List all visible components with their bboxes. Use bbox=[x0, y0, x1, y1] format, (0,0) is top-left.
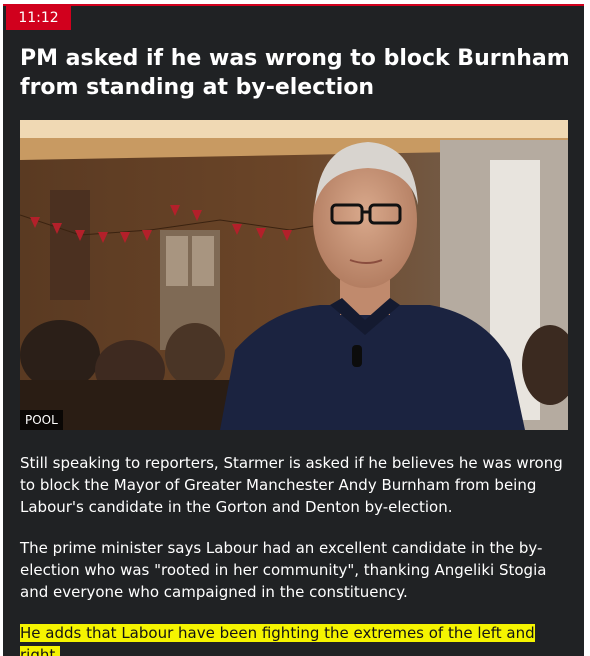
post-paragraph: The prime minister says Labour had an ex… bbox=[20, 539, 547, 601]
highlighted-text: He adds that Labour have been fighting t… bbox=[20, 624, 535, 656]
live-post-card: 11:12 PM asked if he was wrong to block … bbox=[3, 4, 584, 656]
highlighted-paragraph: He adds that Labour have been fighting t… bbox=[20, 622, 572, 656]
image-credit: POOL bbox=[20, 410, 63, 430]
timestamp-badge: 11:12 bbox=[6, 6, 71, 30]
post-paragraph: Still speaking to reporters, Starmer is … bbox=[20, 454, 563, 516]
news-photo bbox=[20, 120, 568, 430]
post-headline: PM asked if he was wrong to block Burnha… bbox=[20, 46, 570, 100]
post-image: POOL bbox=[20, 120, 568, 430]
